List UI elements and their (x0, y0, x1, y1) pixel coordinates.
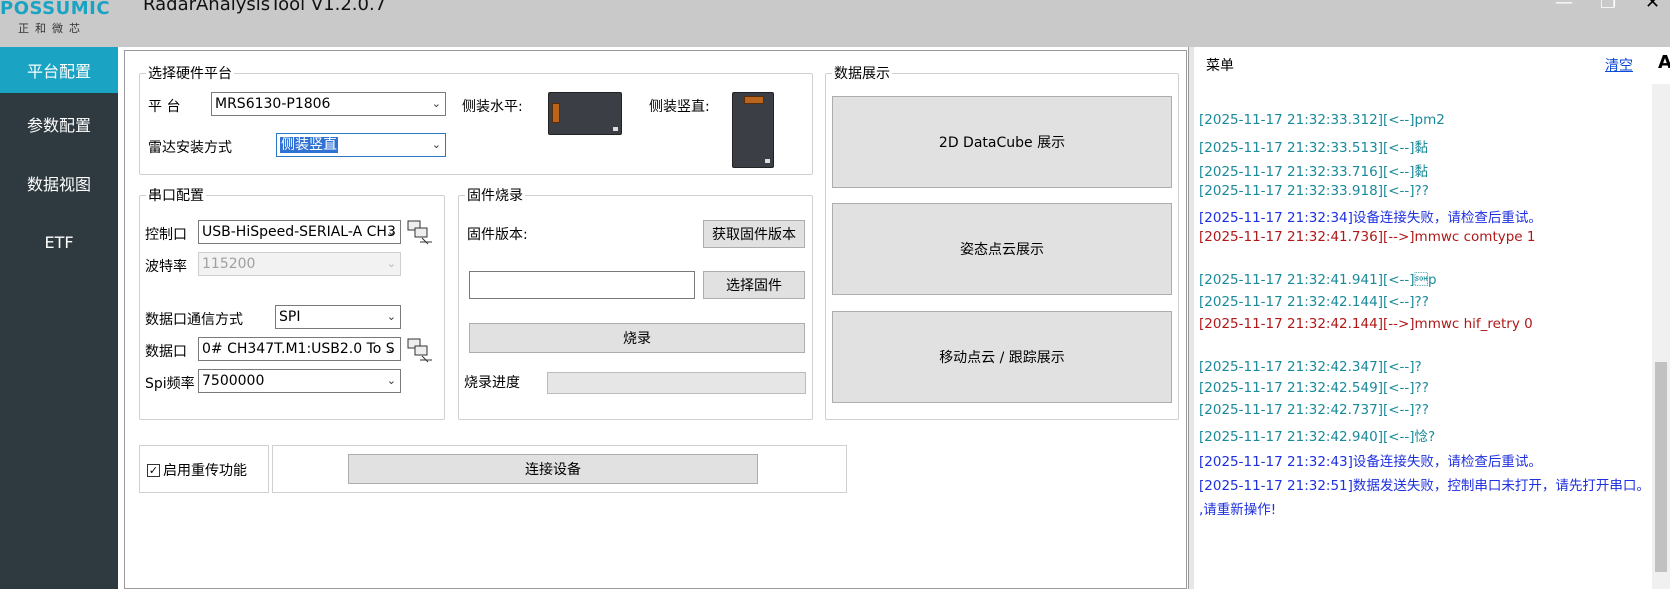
data-mode-select[interactable]: SPI ⌄ (275, 305, 401, 329)
maximize-icon[interactable]: ❐ (1600, 0, 1616, 13)
data-mode-value: SPI (279, 309, 301, 325)
log-line: [2025-11-17 21:32:42.144][<--]?? (1199, 294, 1429, 310)
log-title: 菜单 (1206, 58, 1234, 74)
log-line: [2025-11-17 21:32:42.347][<--]? (1199, 359, 1422, 375)
sidebar-item-param-config[interactable]: 参数配置 (0, 101, 118, 147)
log-header (1195, 50, 1635, 86)
log-clear-link[interactable]: 清空 (1605, 55, 1633, 75)
baud-label: 波特率 (145, 259, 187, 275)
log-line: [2025-11-17 21:32:42.737][<--]?? (1199, 402, 1429, 418)
select-firmware-button[interactable]: 选择固件 (703, 271, 805, 299)
mount-select-value: 侧装竖直 (280, 137, 338, 153)
chevron-down-icon: ⌄ (386, 225, 396, 238)
burn-progress-label: 烧录进度 (464, 375, 520, 391)
burn-progress-bar (547, 372, 806, 394)
board-connector (765, 159, 770, 163)
control-port-value: USB-HiSpeed-SERIAL-A CH3 (202, 224, 396, 240)
baud-select[interactable]: 115200 ⌄ (198, 252, 401, 276)
log-scrollbar[interactable] (1652, 84, 1670, 589)
retransmit-label: 启用重传功能 (163, 463, 247, 479)
window-title: RadarAnalysisTool V1.2.0.7 (143, 0, 387, 15)
spi-label: Spi频率 (145, 376, 195, 392)
board-vertical-image (732, 92, 774, 168)
app-logo: POSSUMIC 正和微芯 (0, 0, 120, 47)
data-port-label: 数据口 (145, 344, 187, 360)
data-port-select[interactable]: 0# CH347T.M1:USB2.0 To S ⌄ (198, 337, 401, 361)
firmware-version-label: 固件版本: (467, 227, 528, 243)
edge-label: A (1658, 52, 1670, 73)
chevron-down-icon: ⌄ (386, 310, 396, 323)
data-display-legend: 数据展示 (834, 66, 890, 82)
title-bar: POSSUMIC 正和微芯 RadarAnalysisTool V1.2.0.7… (0, 0, 1670, 47)
data-mode-label: 数据口通信方式 (145, 312, 243, 328)
log-line: [2025-11-17 21:32:33.716][<--]黏 (1199, 164, 1429, 180)
board-chip (552, 103, 560, 123)
board-chip (744, 96, 764, 104)
sidebar: 平台配置 参数配置 数据视图 ETF (0, 47, 118, 589)
log-line: [2025-11-17 21:32:33.918][<--]?? (1199, 183, 1429, 199)
baud-value: 115200 (202, 256, 256, 272)
get-firmware-version-button[interactable]: 获取固件版本 (703, 220, 805, 248)
log-line: [2025-11-17 21:32:41.736][-->]mmwc comty… (1199, 229, 1536, 245)
firmware-legend: 固件烧录 (467, 188, 523, 204)
log-line: [2025-11-17 21:32:33.312][<--]pm2 (1199, 112, 1445, 128)
hardware-platform-group: 选择硬件平台 (139, 63, 813, 175)
control-port-label: 控制口 (145, 227, 187, 243)
logo-text: POSSUMIC (0, 0, 111, 19)
sidebar-item-data-view[interactable]: 数据视图 (0, 160, 118, 206)
log-line: ,请重新操作! (1199, 502, 1277, 518)
minimize-icon[interactable]: — (1555, 0, 1573, 13)
chevron-down-icon: ⌄ (386, 257, 396, 270)
sidebar-item-platform-config[interactable]: 平台配置 (0, 47, 118, 93)
control-port-select[interactable]: USB-HiSpeed-SERIAL-A CH3 ⌄ (198, 220, 401, 244)
logo-subtext: 正和微芯 (18, 22, 86, 35)
chevron-down-icon: ⌄ (386, 374, 396, 387)
pose-pointcloud-button[interactable]: 姿态点云展示 (832, 203, 1172, 295)
serial-config-legend: 串口配置 (148, 188, 204, 204)
close-icon[interactable]: ✕ (1645, 0, 1660, 13)
log-line: [2025-11-17 21:32:34]设备连接失败，请检查后重试。 (1199, 210, 1542, 226)
log-line: [2025-11-17 21:32:42.940][<--]惗? (1199, 429, 1436, 445)
spi-select[interactable]: 7500000 ⌄ (198, 369, 401, 393)
firmware-path-input[interactable] (469, 271, 695, 299)
mount-label: 雷达安装方式 (148, 140, 232, 156)
moving-pointcloud-tracking-button[interactable]: 移动点云 / 跟踪展示 (832, 311, 1172, 403)
platform-select-value: MRS6130-P1806 (215, 96, 331, 112)
board-horizontal-image (548, 92, 622, 135)
platform-select[interactable]: MRS6130-P1806 ⌄ (211, 92, 446, 116)
network-icon[interactable] (406, 218, 434, 246)
chevron-down-icon: ⌄ (431, 97, 441, 110)
log-line: [2025-11-17 21:32:51]数据发送失败，控制串口未打开，请先打开… (1199, 478, 1650, 494)
log-line: [2025-11-17 21:32:33.513][<--]黏 (1199, 140, 1429, 156)
chevron-down-icon: ⌄ (431, 138, 441, 151)
connect-device-button[interactable]: 连接设备 (348, 454, 758, 484)
hardware-platform-legend: 选择硬件平台 (148, 66, 232, 82)
log-line: [2025-11-17 21:32:42.549][<--]?? (1199, 380, 1429, 396)
retransmit-checkbox[interactable]: ✓ 启用重传功能 (147, 460, 247, 480)
panel-splitter[interactable] (1188, 47, 1194, 589)
burn-button[interactable]: 烧录 (469, 323, 805, 353)
log-line: [2025-11-17 21:32:43]设备连接失败，请检查后重试。 (1199, 454, 1542, 470)
log-line: [2025-11-17 21:32:42.144][-->]mmwc hif_r… (1199, 316, 1533, 332)
checkbox-icon[interactable]: ✓ (147, 463, 160, 477)
platform-label: 平 台 (148, 99, 181, 115)
datacube-display-button[interactable]: 2D DataCube 展示 (832, 96, 1172, 188)
board-connector (613, 127, 618, 131)
side-horizontal-label: 侧装水平: (462, 99, 523, 115)
mount-select[interactable]: 侧装竖直 ⌄ (276, 133, 446, 157)
sidebar-item-etf[interactable]: ETF (0, 219, 118, 265)
chevron-down-icon: ⌄ (386, 342, 396, 355)
data-port-value: 0# CH347T.M1:USB2.0 To S (202, 341, 395, 357)
log-line: [2025-11-17 21:32:41.941][<--]p (1199, 272, 1437, 288)
network-icon[interactable] (406, 336, 434, 364)
log-scroll-thumb[interactable] (1655, 362, 1667, 572)
spi-value: 7500000 (202, 373, 265, 389)
side-vertical-label: 侧装竖直: (649, 99, 710, 115)
